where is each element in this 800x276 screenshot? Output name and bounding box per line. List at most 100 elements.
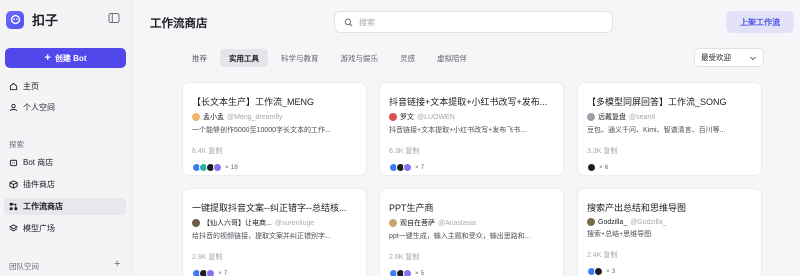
sidebar-item-model-square[interactable]: 模型广场 xyxy=(4,220,126,237)
section-explore-label: 探索 xyxy=(9,140,24,149)
author-handle: @sean9 xyxy=(629,113,656,121)
workflow-card[interactable]: PPT生产商 观自在菩萨 @Anastasia ppt一键生成，输入主题和受众，… xyxy=(379,188,564,276)
workflow-card[interactable]: 【长文本生产】工作流_MENG 孟小孟 @Meng_dreamfly 一个能够创… xyxy=(182,82,367,176)
copy-count: 6.3K 复制 xyxy=(389,148,420,155)
author-handle: @Anastasia xyxy=(438,219,476,227)
sidebar-item-label: Bot 商店 xyxy=(23,158,54,167)
card-title: 一键提取抖音文案--纠正错字--总结核... xyxy=(192,203,347,213)
page-title: 工作流商店 xyxy=(150,18,208,30)
sidebar-item-plugin-store[interactable]: 插件商店 xyxy=(4,176,126,193)
card-author[interactable]: 【仙人六哥】让电商... @surenliuge xyxy=(192,218,357,228)
search-bar[interactable] xyxy=(334,11,613,33)
model-logo-icon xyxy=(403,163,412,172)
workflow-card[interactable]: 【多模型同屏回答】工作流_SONG 远戴复盘 @sean9 豆包、通义千问、Ki… xyxy=(577,82,762,176)
model-icons: × 7 xyxy=(389,163,554,172)
author-handle: @Godzilla_ xyxy=(630,218,667,226)
card-author[interactable]: 观自在菩萨 @Anastasia xyxy=(389,218,554,228)
model-count: × 7 xyxy=(415,164,425,171)
sidebar-item-label: 模型广场 xyxy=(23,224,55,233)
card-title: 搜索产出总结和思维导图 xyxy=(587,203,687,213)
plus-icon: + xyxy=(44,51,51,64)
add-team-icon[interactable]: + xyxy=(114,258,120,270)
avatar xyxy=(389,113,397,121)
bot-store-icon xyxy=(9,159,18,167)
avatar xyxy=(587,218,595,226)
model-logo-icon xyxy=(206,269,215,276)
card-description: 搜索+总结+思维导图 xyxy=(587,231,652,238)
tab-recommend[interactable]: 推荐 xyxy=(183,49,216,67)
coze-logo-icon xyxy=(6,10,24,29)
avatar xyxy=(389,219,397,227)
create-bot-button[interactable]: + 创建 Bot xyxy=(5,48,126,68)
workflow-card[interactable]: 抖音链接+文本提取+小红书改写+发布... 罗文 @LUOWEN 抖音链接+文本… xyxy=(379,82,564,176)
model-icons: × 18 xyxy=(192,163,357,172)
sort-select[interactable]: 最受欢迎 xyxy=(694,48,764,67)
brand-name: 扣子 xyxy=(32,13,59,28)
plugin-icon xyxy=(9,180,18,189)
section-team-label: 团队空间 xyxy=(9,262,39,271)
card-description: 一个能够创作5000至10000字长文本的工作... xyxy=(192,127,331,134)
create-bot-label: 创建 Bot xyxy=(54,53,87,63)
search-icon xyxy=(344,18,353,26)
tab-virtual-companion[interactable]: 虚拟陪伴 xyxy=(428,49,476,67)
card-author[interactable]: Godzilla_ @Godzilla_ xyxy=(587,218,752,226)
author-handle: @surenliuge xyxy=(274,219,315,227)
tab-science-education[interactable]: 科学与教育 xyxy=(272,49,328,67)
copy-count: 2.9K 复制 xyxy=(192,254,223,261)
publish-workflow-button[interactable]: 上架工作流 xyxy=(726,11,794,33)
copy-count: 6.4K 复制 xyxy=(192,148,223,155)
sort-value: 最受欢迎 xyxy=(701,53,731,62)
sidebar-item-personal[interactable]: 个人空间 xyxy=(4,99,126,116)
card-title: PPT生产商 xyxy=(389,203,434,213)
sidebar-item-bot-store[interactable]: Bot 商店 xyxy=(4,154,126,171)
tab-games-entertainment[interactable]: 游戏与娱乐 xyxy=(332,49,388,67)
model-logo-icon xyxy=(587,163,596,172)
model-logo-icon xyxy=(213,163,222,172)
card-description: ppt一键生成，输入主题和受众，输出思路和... xyxy=(389,233,531,240)
card-author[interactable]: 罗文 @LUOWEN xyxy=(389,112,554,122)
sidebar-item-label: 插件商店 xyxy=(23,180,55,189)
model-count: × 6 xyxy=(599,164,609,171)
model-count: × 5 xyxy=(415,270,425,276)
author-name: 观自在菩萨 xyxy=(400,220,435,227)
workflow-icon xyxy=(9,202,18,211)
search-input[interactable] xyxy=(359,17,589,27)
avatar xyxy=(587,113,595,121)
model-icons: × 5 xyxy=(389,269,554,276)
model-icons: × 3 xyxy=(587,267,752,276)
tab-utilities[interactable]: 实用工具 xyxy=(220,49,268,67)
avatar xyxy=(192,219,200,227)
avatar xyxy=(192,113,200,121)
sidebar-item-workflow-store[interactable]: 工作流商店 xyxy=(4,198,126,215)
author-handle: @Meng_dreamfly xyxy=(227,113,283,121)
category-tabs: 推荐 实用工具 科学与教育 游戏与娱乐 灵感 虚拟陪伴 xyxy=(183,49,476,67)
workflow-card[interactable]: 一键提取抖音文案--纠正错字--总结核... 【仙人六哥】让电商... @sur… xyxy=(182,188,367,276)
sidebar-item-home[interactable]: 主页 xyxy=(4,78,126,95)
card-description: 抖音链接+文本提取+小红书改写+发布飞书... xyxy=(389,127,527,134)
workflow-card[interactable]: 搜索产出总结和思维导图 Godzilla_ @Godzilla_ 搜索+总结+思… xyxy=(577,188,762,276)
copy-count: 2.6K 复制 xyxy=(389,254,420,261)
copy-count: 3.3K 复制 xyxy=(587,148,618,155)
sidebar-item-label: 工作流商店 xyxy=(23,202,63,211)
model-count: × 3 xyxy=(606,268,616,275)
card-author[interactable]: 远戴复盘 @sean9 xyxy=(587,112,752,122)
user-icon xyxy=(9,103,18,112)
model-count: × 7 xyxy=(218,270,228,276)
copy-count: 2.4K 复制 xyxy=(587,252,618,259)
author-name: 远戴复盘 xyxy=(598,114,626,121)
author-handle: @LUOWEN xyxy=(417,113,455,121)
model-icons: × 6 xyxy=(587,163,752,172)
brand[interactable]: 扣子 xyxy=(6,10,58,29)
chevron-down-icon xyxy=(750,56,756,60)
card-title: 【长文本生产】工作流_MENG xyxy=(192,97,315,107)
card-description: 给抖音的视频链接，提取文案并纠正错别字... xyxy=(192,233,331,240)
author-name: 孟小孟 xyxy=(203,114,224,121)
home-icon xyxy=(9,82,18,91)
sidebar-collapse-icon[interactable] xyxy=(108,12,122,26)
tab-inspiration[interactable]: 灵感 xyxy=(391,49,424,67)
model-icon xyxy=(9,224,18,232)
sidebar-item-label: 主页 xyxy=(23,82,39,91)
card-description: 豆包、通义千问、Kimi、智谱清言、百川等... xyxy=(587,127,726,134)
model-logo-icon xyxy=(594,267,603,276)
card-author[interactable]: 孟小孟 @Meng_dreamfly xyxy=(192,112,357,122)
